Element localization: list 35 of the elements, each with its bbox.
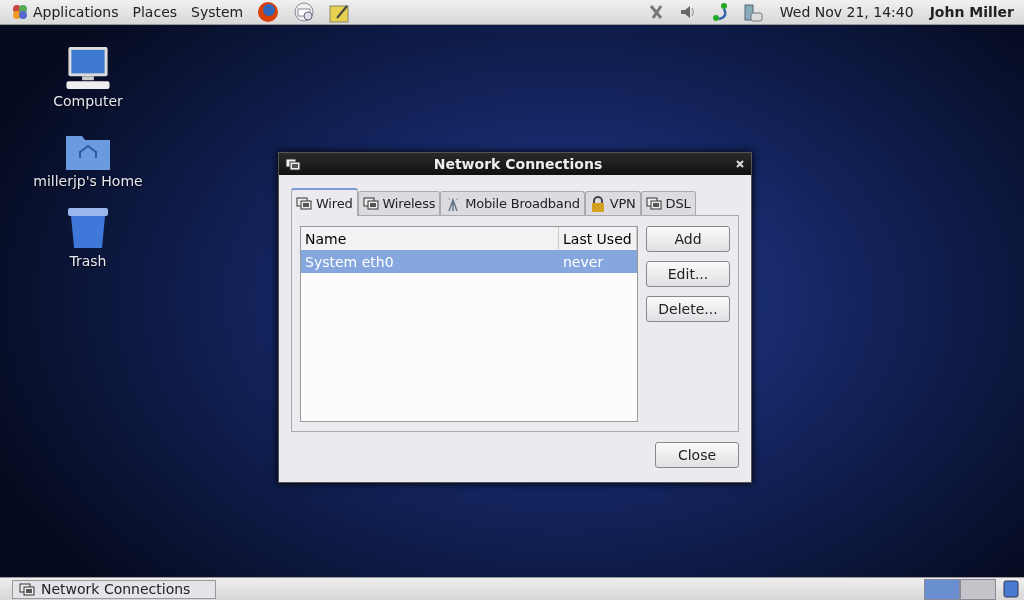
computers-icon <box>362 196 379 211</box>
padlock-icon <box>589 195 606 212</box>
tab[interactable]: VPN <box>584 191 641 215</box>
user-name[interactable]: John Miller <box>925 4 1018 20</box>
dialog-button[interactable]: Delete... <box>646 296 730 322</box>
panel-menu[interactable]: Applications <box>6 1 124 23</box>
computers-icon <box>296 195 312 211</box>
applications-icon <box>11 3 29 21</box>
panel-menu[interactable]: Places <box>127 1 183 23</box>
close-icon[interactable] <box>735 159 745 169</box>
workspace[interactable] <box>924 578 960 600</box>
panel-menu[interactable]: System <box>186 1 249 23</box>
taskbar-button[interactable]: Network Connections <box>12 579 216 599</box>
clock[interactable]: Wed Nov 21, 14:40 <box>771 4 922 20</box>
connection-icon[interactable] <box>710 2 729 22</box>
tab[interactable]: Mobile Broadband <box>440 191 585 215</box>
workspace[interactable] <box>960 578 996 600</box>
column-header[interactable]: Name <box>301 227 559 250</box>
computers-icon <box>645 196 662 211</box>
column-header[interactable]: Last Used <box>559 227 637 250</box>
tab[interactable]: Wireless <box>357 191 441 215</box>
computer-icon[interactable] <box>64 45 112 90</box>
window-icon <box>285 156 301 172</box>
tab[interactable]: Wired <box>291 188 358 216</box>
tab[interactable]: DSL <box>640 191 696 215</box>
window-title: Network Connections <box>432 156 604 172</box>
desktop-icon-label[interactable]: Computer <box>53 93 123 109</box>
desktop-icon-label[interactable]: millerjp's Home <box>33 173 143 189</box>
computers-icon <box>19 581 35 597</box>
envelope-clock-icon[interactable] <box>293 1 316 23</box>
dialog-button[interactable]: Add <box>646 226 730 252</box>
desktop-icon-label[interactable]: Trash <box>69 253 107 269</box>
close-button[interactable]: Close <box>655 442 739 468</box>
globe-icon[interactable] <box>257 1 280 23</box>
dialog-button[interactable]: Edit... <box>646 261 730 287</box>
